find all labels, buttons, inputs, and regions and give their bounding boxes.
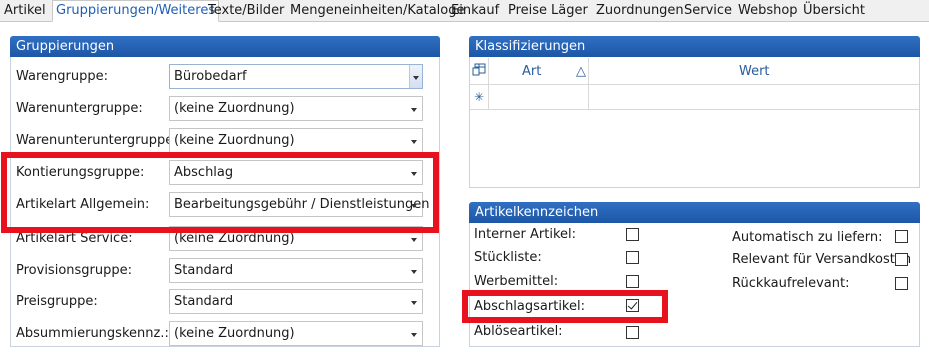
highlight-box-abschlag (462, 290, 668, 323)
tab-einkauf[interactable]: Einkauf (448, 1, 502, 22)
tab-preise[interactable]: Preise (505, 1, 550, 22)
artikelart-service-label: Artikelart Service: (16, 231, 133, 246)
warenuntergruppe-label: Warenuntergruppe: (16, 101, 143, 116)
artikelart-service-value: (keine Zuordnung) (174, 231, 295, 246)
new-row-icon[interactable]: ✳ (474, 89, 484, 105)
artikelkennzeichen-title: Artikelkennzeichen (469, 202, 920, 223)
warenuntergruppe-combo[interactable]: (keine Zuordnung) (169, 96, 423, 121)
preisgruppe-label: Preisgruppe: (16, 294, 98, 309)
stueckliste-checkbox[interactable] (626, 251, 639, 264)
warenuntergruppe2-label: Warenunteruntergruppe: (16, 133, 178, 148)
highlight-box-kontierung (1, 152, 439, 233)
chevron-down-icon (411, 270, 417, 274)
provisionsgruppe-value: Standard (174, 263, 234, 278)
klassifizierungen-title: Klassifizierungen (469, 36, 920, 57)
sort-ascending-icon: △ (576, 64, 586, 79)
werbemittel-checkbox[interactable] (626, 275, 639, 288)
tab-webshop[interactable]: Webshop (735, 1, 801, 22)
werbemittel-label: Werbemittel: (474, 274, 559, 289)
chevron-down-icon (413, 76, 419, 80)
rueckkaufrelevant-label: Rückkaufrelevant: (732, 276, 850, 291)
grid-col-divider-1 (488, 58, 489, 109)
relevant-versandkosten-checkbox[interactable] (895, 253, 908, 266)
tab-zuordnungen[interactable]: Zuordnungen (593, 1, 687, 22)
grid-header-art[interactable]: Art (522, 64, 541, 80)
chevron-down-icon (411, 108, 417, 112)
grid-header-wert[interactable]: Wert (739, 64, 770, 80)
interner-artikel-label: Interner Artikel: (474, 227, 577, 242)
warengruppe-label: Warengruppe: (16, 69, 109, 84)
absummierungskennz-label: Absummierungskennz.: (16, 326, 169, 341)
absummierungskennz-value: (keine Zuordnung) (174, 326, 295, 341)
interner-artikel-checkbox[interactable] (626, 228, 639, 241)
provisionsgruppe-label: Provisionsgruppe: (16, 263, 132, 278)
tab-artikel[interactable]: Artikel (1, 1, 49, 22)
grid-col-divider-2 (588, 58, 589, 109)
chevron-down-icon (411, 140, 417, 144)
relevant-versandkosten-label: Relevant für Versandkosten (732, 252, 912, 267)
warengruppe-dropdown-button[interactable] (409, 65, 422, 88)
provisionsgruppe-combo[interactable]: Standard (169, 258, 423, 283)
chevron-down-icon (411, 301, 417, 305)
column-chooser-icon[interactable] (472, 63, 486, 77)
tab-mengeneinheiten-kataloge[interactable]: Mengeneinheiten/Kataloge (287, 1, 468, 22)
warengruppe-combo[interactable]: Bürobedarf (169, 64, 423, 89)
grid-header-divider (470, 84, 919, 85)
automatisch-zu-liefern-checkbox[interactable] (895, 230, 908, 243)
abloeseartikel-checkbox[interactable] (626, 326, 639, 339)
automatisch-zu-liefern-label: Automatisch zu liefern: (732, 230, 883, 245)
absummierungskennz-combo[interactable]: (keine Zuordnung) (169, 321, 423, 346)
tab-gruppierungen-weiteres[interactable]: Gruppierungen/Weiteres (52, 0, 220, 22)
tab-texte-bilder[interactable]: Texte/Bilder (205, 1, 287, 22)
tab-bar: Artikel Gruppierungen/Weiteres Texte/Bil… (0, 0, 929, 22)
chevron-down-icon (411, 238, 417, 242)
tab-uebersicht[interactable]: Übersicht (800, 1, 868, 22)
tab-service[interactable]: Service (681, 1, 735, 22)
rueckkaufrelevant-checkbox[interactable] (895, 277, 908, 290)
warenuntergruppe2-value: (keine Zuordnung) (174, 133, 295, 148)
warenuntergruppe2-combo[interactable]: (keine Zuordnung) (169, 128, 423, 153)
grid-row-divider (470, 109, 919, 110)
warenuntergruppe-value: (keine Zuordnung) (174, 101, 295, 116)
warengruppe-value: Bürobedarf (174, 69, 247, 84)
stueckliste-label: Stückliste: (474, 250, 542, 265)
preisgruppe-combo[interactable]: Standard (169, 289, 423, 314)
chevron-down-icon (411, 333, 417, 337)
gruppierungen-title: Gruppierungen (10, 36, 440, 57)
tab-laeger[interactable]: Läger (548, 1, 591, 22)
abloeseartikel-label: Ablöseartikel: (474, 324, 563, 339)
preisgruppe-value: Standard (174, 294, 234, 309)
